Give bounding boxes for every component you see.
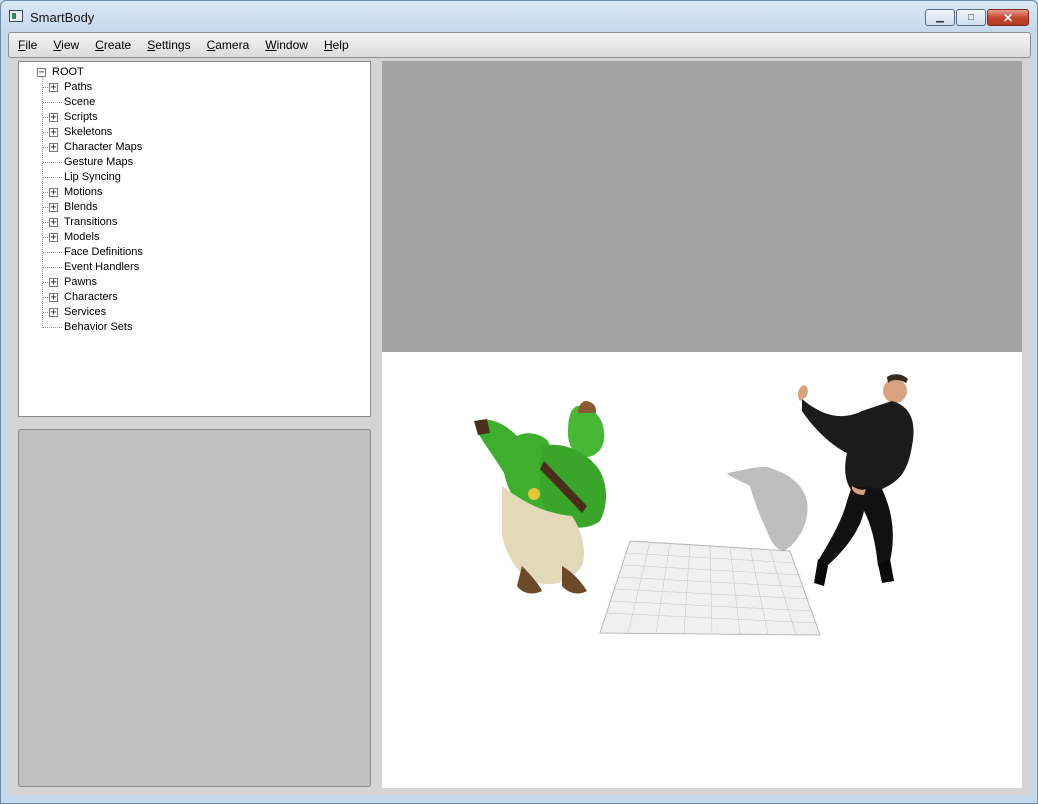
3d-viewport[interactable] <box>382 61 1022 788</box>
expand-icon[interactable]: + <box>49 128 58 138</box>
tree-node-label: Scripts <box>64 111 98 123</box>
expand-icon[interactable]: + <box>49 188 58 198</box>
expand-icon[interactable]: + <box>49 218 58 228</box>
tree-node-label: Behavior Sets <box>64 321 133 333</box>
menu-window[interactable]: Window <box>264 36 309 54</box>
menu-settings[interactable]: Settings <box>146 36 191 54</box>
maximize-button[interactable]: □ <box>956 9 986 26</box>
expand-icon[interactable]: + <box>49 203 58 213</box>
properties-panel <box>18 429 371 787</box>
expand-icon[interactable]: + <box>49 83 58 93</box>
expand-icon[interactable]: + <box>49 278 58 288</box>
tree-node-label: Face Definitions <box>64 246 143 258</box>
expand-icon[interactable]: + <box>49 293 58 303</box>
menu-bar: File View Create Settings Camera Window … <box>8 32 1031 58</box>
tree-node-label: Services <box>64 306 107 318</box>
expand-icon[interactable]: + <box>49 113 58 123</box>
menu-help[interactable]: Help <box>323 36 350 54</box>
app-icon <box>9 10 23 22</box>
menu-file[interactable]: File <box>17 36 38 54</box>
menu-create[interactable]: Create <box>94 36 132 54</box>
main-content: − ROOT + Paths Scene + Scripts + Skeletons + Cha… <box>8 58 1031 796</box>
menu-camera[interactable]: Camera <box>206 36 251 54</box>
tree-node-label: Motions <box>64 186 103 198</box>
title-bar[interactable]: SmartBody ▁ □ ✕ <box>1 1 1037 31</box>
tree-node-label: Lip Syncing <box>64 171 121 183</box>
tree-node-label: Paths <box>64 81 93 93</box>
resource-tree[interactable]: − ROOT + Paths Scene + Scripts + Skeletons + Cha… <box>18 61 371 417</box>
tree-node-label: Skeletons <box>64 126 113 138</box>
collapse-icon[interactable]: − <box>37 68 46 78</box>
expand-icon[interactable]: + <box>49 233 58 243</box>
human-character <box>797 374 914 586</box>
human-shadow <box>727 466 808 551</box>
tree-node-label: Pawns <box>64 276 98 288</box>
window-controls: ▁ □ ✕ <box>925 9 1029 27</box>
app-window: SmartBody ▁ □ ✕ File View Create Setting… <box>0 0 1038 804</box>
tree-node-label: Gesture Maps <box>64 156 134 168</box>
orc-character <box>474 401 606 594</box>
window-title: SmartBody <box>30 10 95 25</box>
close-button[interactable]: ✕ <box>987 9 1029 26</box>
tree-node-label: Event Handlers <box>64 261 140 273</box>
ground-grid <box>599 540 821 636</box>
expand-icon[interactable]: + <box>49 308 58 318</box>
tree-node-label: Character Maps <box>64 141 143 153</box>
tree-node-label: ROOT <box>52 66 84 78</box>
menu-view[interactable]: View <box>52 36 80 54</box>
scene-render <box>474 374 914 636</box>
tree-node-label: Characters <box>64 291 118 303</box>
minimize-button[interactable]: ▁ <box>925 9 955 26</box>
tree-node-label: Models <box>64 231 100 243</box>
tree-node-label: Scene <box>64 96 96 108</box>
expand-icon[interactable]: + <box>49 143 58 153</box>
tree-node-label: Blends <box>64 201 98 213</box>
window-bottom-border <box>1 795 1037 803</box>
tree-node-label: Transitions <box>64 216 118 228</box>
